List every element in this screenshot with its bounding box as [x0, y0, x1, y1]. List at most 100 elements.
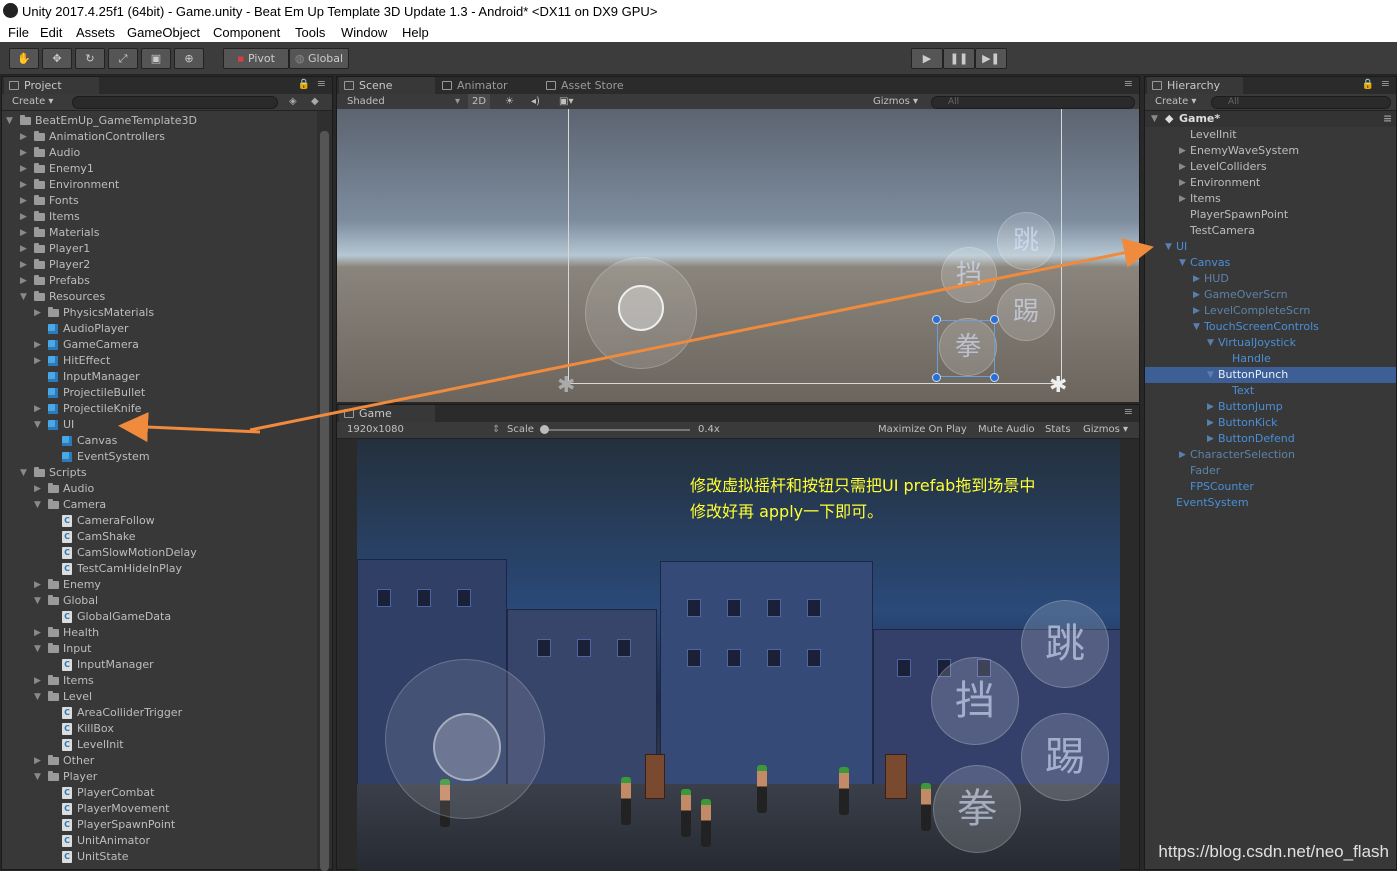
expand-arrow-icon[interactable]: ▶ — [34, 577, 44, 593]
hierarchy-item[interactable]: ▶ EnemyWaveSystem — [1145, 143, 1396, 159]
project-item[interactable]: AudioPlayer — [2, 321, 318, 337]
hierarchy-item[interactable]: Text — [1145, 383, 1396, 399]
project-item[interactable]: C LevelInit — [2, 737, 318, 753]
stats-toggle[interactable]: Stats — [1045, 422, 1071, 438]
collapse-arrow-icon[interactable]: ▼ — [6, 113, 16, 129]
game-menu-icon[interactable]: ≡ — [1124, 405, 1133, 418]
hierarchy-item[interactable]: FPSCounter — [1145, 479, 1396, 495]
game-block-button[interactable]: 挡 — [931, 657, 1019, 745]
hierarchy-create-button[interactable]: Create ▾ — [1155, 94, 1196, 110]
audio-icon[interactable]: ◂) — [531, 94, 540, 110]
global-toggle[interactable]: ◍ Global — [289, 48, 349, 69]
project-item[interactable]: ▶ Enemy1 — [2, 161, 318, 177]
tab-game[interactable]: Game — [339, 405, 435, 422]
project-item[interactable]: C PlayerCombat — [2, 785, 318, 801]
project-item[interactable]: ▶ Audio — [2, 145, 318, 161]
expand-arrow-icon[interactable]: ▶ — [20, 177, 30, 193]
tab-project[interactable]: Project — [4, 77, 99, 94]
scene-joystick-handle[interactable] — [618, 285, 664, 331]
project-item[interactable]: ▼ UI — [2, 417, 318, 433]
project-item[interactable]: ▼ Player — [2, 769, 318, 785]
expand-arrow-icon[interactable]: ▶ — [1193, 271, 1203, 287]
project-item[interactable]: C KillBox — [2, 721, 318, 737]
expand-arrow-icon[interactable]: ▶ — [1207, 431, 1217, 447]
project-create-button[interactable]: Create ▾ — [12, 94, 53, 110]
expand-arrow-icon[interactable]: ▶ — [1179, 159, 1189, 175]
project-item[interactable]: ▶ Other — [2, 753, 318, 769]
project-item[interactable]: ▼ Camera — [2, 497, 318, 513]
expand-arrow-icon[interactable]: ▶ — [34, 305, 44, 321]
rotate-tool-icon[interactable]: ↻ — [75, 48, 105, 69]
project-item[interactable]: ▶ HitEffect — [2, 353, 318, 369]
expand-arrow-icon[interactable]: ▶ — [34, 337, 44, 353]
shading-dropdown[interactable]: Shaded — [347, 94, 385, 110]
expand-arrow-icon[interactable]: ▶ — [1193, 303, 1203, 319]
menu-assets[interactable]: Assets — [76, 23, 115, 42]
expand-arrow-icon[interactable]: ▶ — [34, 625, 44, 641]
project-item[interactable]: ▶ Enemy — [2, 577, 318, 593]
2d-toggle[interactable]: 2D — [468, 94, 490, 110]
project-item[interactable]: ▶ AnimationControllers — [2, 129, 318, 145]
game-gizmos-dropdown[interactable]: Gizmos ▾ — [1083, 422, 1128, 438]
anchor-left-icon[interactable]: ✱ — [557, 373, 575, 398]
project-item[interactable]: C CameraFollow — [2, 513, 318, 529]
scene-block-button[interactable]: 挡 — [941, 247, 997, 303]
project-item[interactable]: C GlobalGameData — [2, 609, 318, 625]
rect-handle-bl[interactable] — [932, 373, 941, 382]
hierarchy-item[interactable]: ▼ ButtonPunch — [1145, 367, 1396, 383]
project-item[interactable]: InputManager — [2, 369, 318, 385]
expand-arrow-icon[interactable]: ▶ — [20, 193, 30, 209]
project-item[interactable]: ▶ Materials — [2, 225, 318, 241]
rect-handle-tl[interactable] — [932, 315, 941, 324]
scene-gizmos-dropdown[interactable]: Gizmos ▾ — [873, 94, 918, 110]
project-item[interactable]: ▶ Items — [2, 209, 318, 225]
hierarchy-item[interactable]: ▼ VirtualJoystick — [1145, 335, 1396, 351]
move-tool-icon[interactable]: ✥ — [42, 48, 72, 69]
project-item[interactable]: ▶ ProjectileKnife — [2, 401, 318, 417]
hierarchy-menu-icon[interactable]: ≡ — [1381, 77, 1390, 90]
hierarchy-item[interactable]: ▼ Canvas — [1145, 255, 1396, 271]
project-item[interactable]: ▶ Health — [2, 625, 318, 641]
panel-menu-icon[interactable]: ≡ — [317, 77, 326, 90]
game-kick-button[interactable]: 踢 — [1021, 713, 1109, 801]
collapse-arrow-icon[interactable]: ▼ — [20, 465, 30, 481]
collapse-arrow-icon[interactable]: ▼ — [34, 497, 44, 513]
tab-asset-store[interactable]: Asset Store — [541, 77, 661, 94]
game-jump-button[interactable]: 跳 — [1021, 600, 1109, 688]
scene-root-row[interactable]: ▼ ◆ Game* ≡ — [1145, 111, 1396, 127]
scene-options-icon[interactable]: ≡ — [1383, 111, 1392, 127]
project-item[interactable]: C UnitState — [2, 849, 318, 865]
hierarchy-item[interactable]: ▶ Environment — [1145, 175, 1396, 191]
hierarchy-item[interactable]: ▶ GameOverScrn — [1145, 287, 1396, 303]
hierarchy-item[interactable]: EventSystem — [1145, 495, 1396, 511]
collapse-arrow-icon[interactable]: ▼ — [1179, 255, 1189, 271]
project-item[interactable]: EventSystem — [2, 449, 318, 465]
scene-kick-button[interactable]: 踢 — [997, 283, 1055, 341]
collapse-arrow-icon[interactable]: ▼ — [1193, 319, 1203, 335]
expand-arrow-icon[interactable]: ▶ — [20, 161, 30, 177]
hierarchy-item[interactable]: ▶ LevelCompleteScrn — [1145, 303, 1396, 319]
hierarchy-item[interactable]: ▶ ButtonKick — [1145, 415, 1396, 431]
hierarchy-item[interactable]: ▶ ButtonDefend — [1145, 431, 1396, 447]
hierarchy-item[interactable]: LevelInit — [1145, 127, 1396, 143]
project-item[interactable]: C PlayerMovement — [2, 801, 318, 817]
hierarchy-item[interactable]: ▼ TouchScreenControls — [1145, 319, 1396, 335]
lock-icon[interactable]: 🔒 — [298, 79, 310, 90]
project-item[interactable]: ProjectileBullet — [2, 385, 318, 401]
project-item[interactable]: C UnitAnimator — [2, 833, 318, 849]
scale-slider-thumb[interactable] — [540, 425, 549, 434]
collapse-arrow-icon[interactable]: ▼ — [1207, 367, 1217, 383]
menu-component[interactable]: Component — [213, 23, 280, 42]
project-scrollbar[interactable] — [317, 111, 332, 871]
project-item[interactable]: ▶ Prefabs — [2, 273, 318, 289]
project-search-input[interactable] — [72, 96, 278, 109]
project-item[interactable]: ▶ GameCamera — [2, 337, 318, 353]
expand-arrow-icon[interactable]: ▶ — [1193, 287, 1203, 303]
project-item[interactable]: ▼ Level — [2, 689, 318, 705]
resolution-dropdown[interactable]: 1920x1080 — [347, 422, 404, 438]
filter-type-icon[interactable]: ◈ — [289, 94, 297, 110]
expand-arrow-icon[interactable]: ▶ — [1207, 399, 1217, 415]
expand-arrow-icon[interactable]: ▶ — [20, 145, 30, 161]
expand-arrow-icon[interactable]: ▼ — [1151, 111, 1158, 127]
project-item[interactable]: ▼ BeatEmUp_GameTemplate3D — [2, 113, 318, 129]
